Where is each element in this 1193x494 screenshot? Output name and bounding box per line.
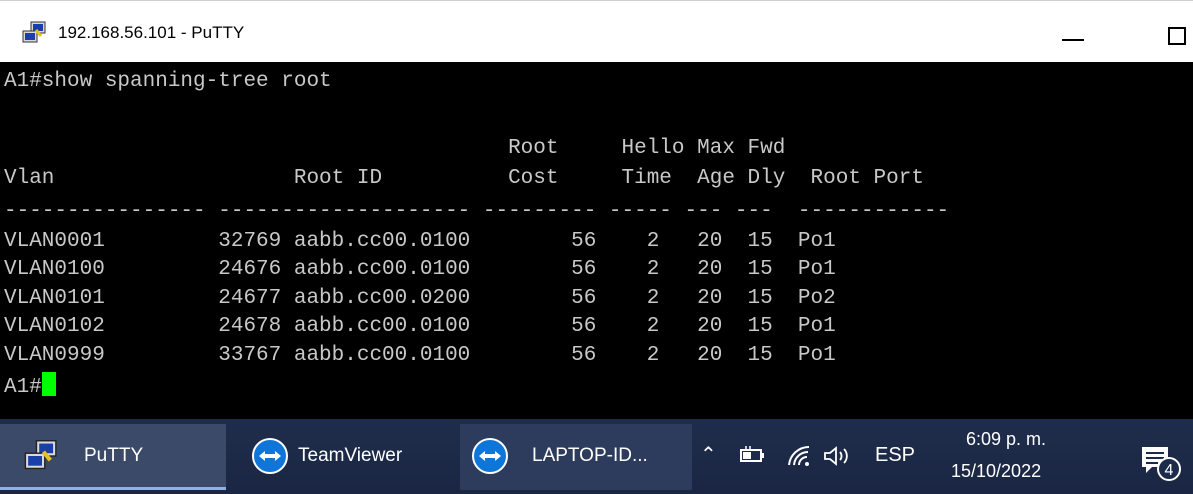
notification-icon[interactable]: 4 — [1138, 443, 1182, 483]
terminal-cursor — [41, 372, 56, 396]
clock-date[interactable]: 15/10/2022 — [951, 461, 1041, 482]
title-bar[interactable]: 192.168.56.101 - PuTTY — [0, 0, 1193, 62]
terminal-line: VLAN0100 24676 aabb.cc00.0100 56 2 20 15… — [4, 258, 836, 281]
terminal-line: Vlan Root ID Cost Time Age Dly Root Port — [4, 167, 924, 190]
taskbar-laptop-button[interactable]: LAPTOP-ID... — [460, 424, 692, 490]
clock-time[interactable]: 6:09 p. m. — [966, 429, 1046, 450]
terminal-line: VLAN0999 33767 aabb.cc00.0100 56 2 20 15… — [4, 344, 836, 367]
terminal-prompt-line: A1# — [4, 372, 56, 402]
putty-icon — [24, 440, 57, 470]
maximize-button[interactable] — [1168, 27, 1186, 45]
volume-icon[interactable] — [823, 445, 853, 467]
wifi-icon[interactable] — [787, 445, 813, 467]
taskbar: PuTTY TeamViewer LAPTOP-ID... ⌃ ESP 6:09… — [0, 419, 1193, 494]
window-title: 192.168.56.101 - PuTTY — [58, 23, 245, 42]
minimize-button[interactable] — [1050, 13, 1096, 53]
terminal-line: A1#show spanning-tree root — [4, 70, 332, 93]
putty-window: 192.168.56.101 - PuTTY A1#show spanning-… — [0, 0, 1193, 419]
teamviewer-icon — [252, 438, 288, 474]
teamviewer-icon — [472, 438, 508, 474]
terminal-line: VLAN0102 24678 aabb.cc00.0100 56 2 20 15… — [4, 315, 836, 338]
taskbar-putty-label: PuTTY — [84, 445, 144, 466]
taskbar-teamviewer-button[interactable]: TeamViewer — [240, 424, 442, 490]
taskbar-teamviewer-label: TeamViewer — [298, 445, 403, 466]
terminal-line: VLAN0101 24677 aabb.cc00.0200 56 2 20 15… — [4, 287, 836, 310]
putty-icon — [22, 21, 46, 43]
terminal-line: VLAN0001 32769 aabb.cc00.0100 56 2 20 15… — [4, 230, 836, 253]
notification-count: 4 — [1165, 462, 1174, 479]
chevron-up-icon[interactable]: ⌃ — [700, 443, 717, 467]
taskbar-laptop-label: LAPTOP-ID... — [532, 445, 648, 466]
terminal-line: ---------------- -------------------- --… — [4, 200, 950, 223]
taskbar-putty-button[interactable]: PuTTY — [0, 424, 226, 490]
language-indicator[interactable]: ESP — [875, 443, 915, 467]
terminal-area[interactable]: A1#show spanning-tree root Root Hello Ma… — [0, 62, 1193, 419]
terminal-line: Root Hello Max Fwd — [4, 137, 786, 160]
terminal-prompt: A1# — [4, 376, 42, 399]
battery-icon[interactable] — [740, 445, 766, 465]
